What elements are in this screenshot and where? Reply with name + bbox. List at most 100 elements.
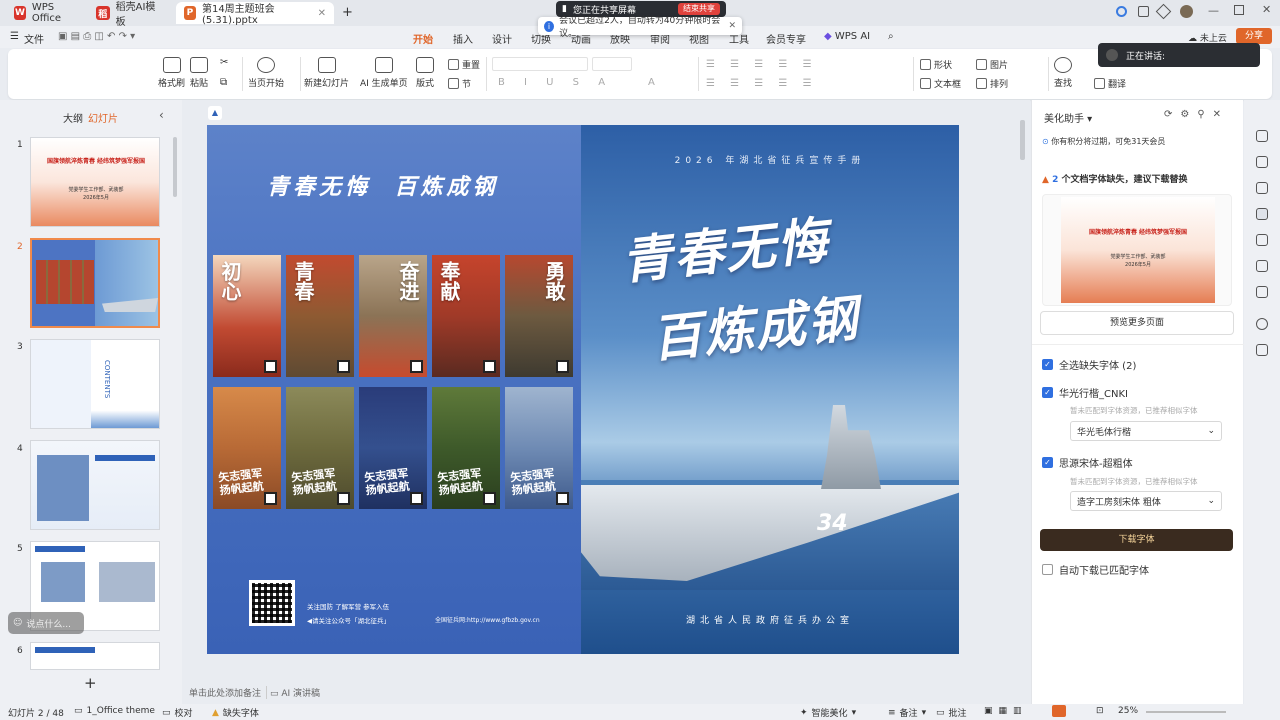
minimize-icon[interactable]: — xyxy=(1208,4,1219,17)
share-button[interactable]: 分享 xyxy=(1236,28,1272,44)
slide-thumbnail-1[interactable]: 国旗领航淬炼青春 经纬筑梦强军报国 党委学生工作部、武装部 2026年5月 xyxy=(30,137,160,227)
slide-thumbnail-6[interactable] xyxy=(30,642,160,670)
ai-beautify-icon[interactable]: ▲ xyxy=(208,106,222,120)
align-icons[interactable]: ☰ ☰ ☰ ☰ ☰ xyxy=(706,78,818,89)
paste-button[interactable]: 粘贴 xyxy=(190,57,208,89)
add-slide-icon[interactable]: + xyxy=(84,674,97,692)
window-icon[interactable] xyxy=(1138,6,1149,17)
preview-more-button[interactable]: 预览更多页面 xyxy=(1040,311,1234,335)
list-icons[interactable]: ☰ ☰ ☰ ☰ ☰ xyxy=(706,59,818,70)
reset-button[interactable]: 重置 xyxy=(448,58,480,71)
search-icon[interactable]: ⌕ xyxy=(888,31,894,42)
shape-button[interactable]: 形状 xyxy=(920,58,952,71)
collapse-icon[interactable]: ‹ xyxy=(159,108,164,122)
missing-font-item[interactable]: ▲ 缺失字体 xyxy=(212,706,259,720)
points-notice[interactable]: ⊙ 你有积分将过期，可免31天会员 xyxy=(1042,136,1165,147)
scrollbar[interactable] xyxy=(173,137,177,197)
translate-button[interactable]: 翻译 xyxy=(1094,77,1126,90)
textbox-button[interactable]: 文本框 xyxy=(920,77,961,90)
section-button[interactable]: 节 xyxy=(448,77,471,90)
fit-icon[interactable]: ⊡ xyxy=(1096,706,1104,716)
copy-icon[interactable]: ⧉ xyxy=(220,77,227,88)
auto-download-row[interactable]: 自动下载已匹配字体 xyxy=(1042,562,1149,577)
download-font-button[interactable]: 下载字体 xyxy=(1040,529,1233,551)
smart-beautify-button[interactable]: ✦ 智能美化 ▾ xyxy=(800,706,856,720)
notes-placeholder[interactable]: 单击此处添加备注 xyxy=(189,686,261,699)
tab-outline[interactable]: 大纲 xyxy=(63,110,83,125)
new-slide-button[interactable]: 新建幻灯片 xyxy=(304,57,349,89)
cut-icon[interactable]: ✂ xyxy=(220,57,228,68)
tab-home[interactable]: 开始 xyxy=(413,31,433,51)
comment-input[interactable]: ☺ 说点什么... xyxy=(8,612,84,634)
close-icon[interactable]: ✕ xyxy=(318,8,326,19)
footer-line1: 关注国防 了解军营 参军入伍 xyxy=(307,603,390,611)
star-icon[interactable] xyxy=(1256,156,1268,168)
wps-office-tab[interactable]: W WPS Office xyxy=(6,2,86,24)
preview-card[interactable]: 国旗领航淬炼青春 经纬筑梦强军报国 党委学生工作部、武装部 2026年5月 xyxy=(1042,194,1232,306)
start-current-button[interactable]: 当页开始 xyxy=(248,57,284,89)
checkbox-icon[interactable]: ✓ xyxy=(1042,457,1053,468)
close-icon[interactable]: ✕ xyxy=(728,21,736,31)
panel-header-icons[interactable]: ⟳⚙⚲✕ xyxy=(1164,109,1229,120)
font-size-select[interactable] xyxy=(592,57,632,71)
checkbox-icon[interactable]: ✓ xyxy=(1042,387,1053,398)
font2-label: 思源宋体-超粗体 xyxy=(1059,459,1133,470)
close-window-icon[interactable]: ✕ xyxy=(1262,3,1271,16)
format-painter-button[interactable]: 格式刷 xyxy=(158,57,185,89)
checkbox-icon[interactable]: ✓ xyxy=(1042,359,1053,370)
tab-insert[interactable]: 插入 xyxy=(453,31,473,46)
cube-icon[interactable] xyxy=(1155,3,1172,20)
tab-slides[interactable]: 幻灯片 xyxy=(88,110,118,125)
shape-icon[interactable] xyxy=(1256,260,1268,272)
refresh-icon[interactable] xyxy=(1116,6,1127,17)
arrange-button[interactable]: 排列 xyxy=(976,77,1008,90)
chat-icon[interactable] xyxy=(1256,344,1268,356)
font1-row[interactable]: ✓ 华光行楷_CNKI xyxy=(1042,385,1128,400)
settings-icon[interactable] xyxy=(1256,234,1268,246)
proof-item[interactable]: ▭ 校对 xyxy=(162,706,193,720)
slideshow-icon[interactable] xyxy=(1052,705,1066,717)
ai-script-button[interactable]: ▭ AI 演讲稿 xyxy=(266,686,320,699)
text-format-icons[interactable]: B I U S A xyxy=(498,77,613,88)
smart-beautify-label: 智能美化 xyxy=(811,709,848,719)
comments-button[interactable]: ▭ 批注 xyxy=(936,706,967,720)
slide-thumbnail-2[interactable] xyxy=(30,238,160,328)
magic-icon[interactable] xyxy=(1256,208,1268,220)
font2-replacement-select[interactable]: 造字工房刻宋体 粗体 ⌄ xyxy=(1070,491,1222,511)
tool-icon[interactable] xyxy=(1256,286,1268,298)
font-family-select[interactable] xyxy=(492,57,588,71)
avatar[interactable] xyxy=(1180,5,1193,18)
docer-tab[interactable]: 稻 稻壳AI模板 xyxy=(88,2,172,28)
theme-item[interactable]: ▭ 1_Office theme xyxy=(74,706,155,716)
view-mode-icons[interactable]: ▣▦▥ xyxy=(984,706,1028,716)
scrollbar[interactable] xyxy=(1020,120,1025,160)
hamburger-icon[interactable]: ☰ xyxy=(10,31,19,42)
help-icon[interactable] xyxy=(1256,318,1268,330)
picture-button[interactable]: 图片 xyxy=(976,58,1008,71)
home-icon[interactable] xyxy=(1256,130,1268,142)
font1-replacement-select[interactable]: 华光毛体行楷 ⌄ xyxy=(1070,421,1222,441)
maximize-icon[interactable] xyxy=(1234,5,1244,15)
layers-icon[interactable] xyxy=(1256,182,1268,194)
slide-thumbnail-3[interactable]: CONTENTS xyxy=(30,339,160,429)
tab-design[interactable]: 设计 xyxy=(492,31,512,46)
notes-button[interactable]: ≡ 备注 ▾ xyxy=(888,706,926,720)
file-menu[interactable]: 文件 xyxy=(24,31,44,46)
find-button[interactable]: 查找 xyxy=(1054,57,1072,89)
font2-row[interactable]: ✓ 思源宋体-超粗体 xyxy=(1042,455,1133,470)
char-spacing-icon[interactable]: A xyxy=(648,77,655,88)
pptx-file-tab[interactable]: P 第14周主题班会(5.31).pptx ✕ xyxy=(176,2,334,26)
layout-button[interactable]: 版式 xyxy=(416,57,434,89)
new-tab-icon[interactable]: + xyxy=(342,5,353,20)
tab-wps-ai[interactable]: ◆ WPS AI xyxy=(824,31,870,42)
slide-canvas[interactable]: 青春无悔 百炼成钢 初心 青春 奋进 奉献 勇敢 矢志强军 扬帆起航 矢志强军 … xyxy=(207,125,959,654)
zoom-level[interactable]: 25% xyxy=(1118,706,1138,716)
ai-generate-button[interactable]: AI 生成单页 xyxy=(360,57,408,89)
quick-access-icons[interactable]: ▣ ▤ ⎙ ◫ ↶ ↷ ▾ xyxy=(58,31,135,42)
checkbox-icon[interactable] xyxy=(1042,564,1053,575)
slide-thumbnail-4[interactable] xyxy=(30,440,160,530)
panel-title[interactable]: 美化助手 ▾ xyxy=(1044,110,1092,125)
tab-member[interactable]: 会员专享 xyxy=(766,31,806,46)
zoom-slider[interactable] xyxy=(1146,711,1226,713)
select-all-row[interactable]: ✓ 全选缺失字体 (2) xyxy=(1042,357,1136,372)
